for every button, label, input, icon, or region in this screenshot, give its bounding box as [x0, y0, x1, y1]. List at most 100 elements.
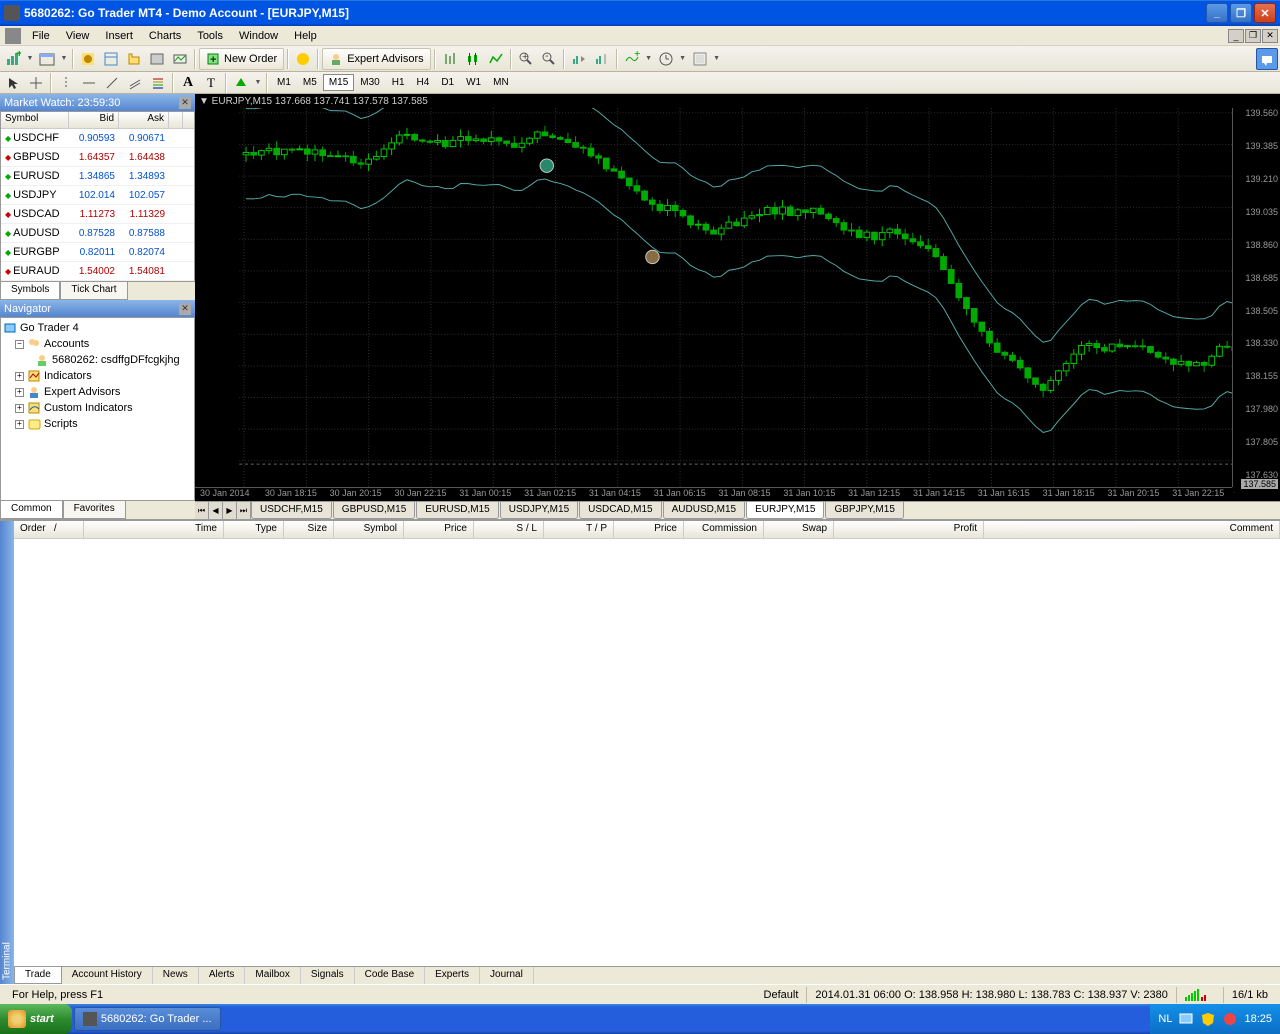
chart-tab-prev-icon[interactable]: ◀ [209, 502, 223, 519]
term-col-price[interactable]: Price [404, 521, 474, 538]
tray-clock[interactable]: 18:25 [1244, 1013, 1272, 1025]
chart-tab-last-icon[interactable]: ⏭ [237, 502, 251, 519]
menu-window[interactable]: Window [231, 28, 286, 44]
navigator-icon[interactable] [123, 48, 145, 70]
chart-tab-usdchf-m15[interactable]: USDCHF,M15 [251, 502, 332, 519]
chart-tab-eurusd-m15[interactable]: EURUSD,M15 [416, 502, 498, 519]
expand-icon[interactable]: + [15, 420, 24, 429]
mw-header-symbol[interactable]: Symbol [1, 112, 69, 128]
nav-tab-common[interactable]: Common [0, 501, 63, 519]
arrows-icon[interactable] [230, 72, 252, 94]
close-button[interactable]: ✕ [1254, 3, 1276, 23]
term-col-comment[interactable]: Comment [984, 521, 1280, 538]
periodicity-icon[interactable] [655, 48, 677, 70]
minimize-button[interactable]: _ [1206, 3, 1228, 23]
line-chart-icon[interactable] [485, 48, 507, 70]
term-col-commission[interactable]: Commission [684, 521, 764, 538]
cursor-icon[interactable] [2, 72, 24, 94]
chart-tab-eurjpy-m15[interactable]: EURJPY,M15 [746, 502, 824, 519]
term-tab-code-base[interactable]: Code Base [355, 967, 425, 984]
term-col-symbol[interactable]: Symbol [334, 521, 404, 538]
term-col-swap[interactable]: Swap [764, 521, 834, 538]
nav-expert-advisors[interactable]: + Expert Advisors [3, 384, 192, 400]
templates-dropdown[interactable]: ▼ [712, 55, 722, 62]
timeframe-mn[interactable]: MN [487, 74, 515, 91]
terminal-side-label[interactable]: Terminal [0, 521, 14, 984]
navigator-close-icon[interactable]: ✕ [179, 303, 191, 315]
bar-chart-icon[interactable] [439, 48, 461, 70]
term-col-type[interactable]: Type [224, 521, 284, 538]
term-tab-news[interactable]: News [153, 967, 199, 984]
expand-icon[interactable]: + [15, 372, 24, 381]
mw-row-audusd[interactable]: ◆AUDUSD0.875280.87588 [1, 224, 194, 243]
chart-tab-audusd-m15[interactable]: AUDUSD,M15 [663, 502, 745, 519]
chart-tab-next-icon[interactable]: ▶ [223, 502, 237, 519]
meta-quotes-icon[interactable] [292, 48, 314, 70]
timeframe-m15[interactable]: M15 [323, 74, 354, 91]
mw-tab-tick-chart[interactable]: Tick Chart [60, 282, 127, 300]
chart-shift-icon[interactable] [591, 48, 613, 70]
nav-root[interactable]: Go Trader 4 [3, 320, 192, 336]
tray-shield-icon[interactable] [1200, 1011, 1216, 1027]
term-col-sl[interactable]: S / L [474, 521, 544, 538]
nav-accounts[interactable]: − Accounts [3, 336, 192, 352]
expert-advisors-button[interactable]: Expert Advisors [322, 48, 430, 70]
mdi-restore-button[interactable]: ❐ [1245, 29, 1261, 43]
mw-header-ask[interactable]: Ask [119, 112, 169, 128]
term-col-order[interactable]: Order / [14, 521, 84, 538]
expand-icon[interactable]: + [15, 404, 24, 413]
chart-canvas[interactable]: 139.560139.385139.210139.035138.860138.6… [195, 108, 1280, 501]
mql-community-icon[interactable] [1256, 48, 1278, 70]
strategy-tester-icon[interactable] [169, 48, 191, 70]
term-col-profit[interactable]: Profit [834, 521, 984, 538]
mw-row-eurusd[interactable]: ◆EURUSD1.348651.34893 [1, 167, 194, 186]
profiles-dropdown[interactable]: ▼ [59, 55, 69, 62]
text-label-icon[interactable]: T [200, 72, 222, 94]
term-tab-signals[interactable]: Signals [301, 967, 355, 984]
market-watch-icon[interactable] [77, 48, 99, 70]
mdi-minimize-button[interactable]: _ [1228, 29, 1244, 43]
timeframe-m1[interactable]: M1 [271, 74, 297, 91]
taskbar-item[interactable]: 5680262: Go Trader ... [74, 1007, 221, 1031]
vertical-line-icon[interactable] [55, 72, 77, 94]
collapse-icon[interactable]: − [15, 340, 24, 349]
mdi-close-button[interactable]: ✕ [1262, 29, 1278, 43]
term-tab-account-history[interactable]: Account History [62, 967, 153, 984]
profiles-icon[interactable] [36, 48, 58, 70]
terminal-icon[interactable] [146, 48, 168, 70]
new-chart-icon[interactable]: + [2, 48, 24, 70]
tray-display-icon[interactable] [1178, 1011, 1194, 1027]
fibonacci-icon[interactable] [147, 72, 169, 94]
status-profile[interactable]: Default [756, 987, 808, 1003]
chart-tab-usdcad-m15[interactable]: USDCAD,M15 [579, 502, 661, 519]
expand-icon[interactable]: + [15, 388, 24, 397]
timeframe-m30[interactable]: M30 [354, 74, 385, 91]
channel-icon[interactable] [124, 72, 146, 94]
horizontal-line-icon[interactable] [78, 72, 100, 94]
menu-file[interactable]: File [24, 28, 58, 44]
term-tab-journal[interactable]: Journal [480, 967, 534, 984]
maximize-button[interactable]: ❐ [1230, 3, 1252, 23]
menu-view[interactable]: View [58, 28, 98, 44]
periodicity-dropdown[interactable]: ▼ [678, 55, 688, 62]
tray-language[interactable]: NL [1158, 1013, 1172, 1025]
timeframe-h1[interactable]: H1 [386, 74, 411, 91]
mw-row-usdchf[interactable]: ◆USDCHF0.905930.90671 [1, 129, 194, 148]
mw-header-bid[interactable]: Bid [69, 112, 119, 128]
new-order-button[interactable]: + New Order [199, 48, 284, 70]
templates-icon[interactable] [689, 48, 711, 70]
timeframe-w1[interactable]: W1 [460, 74, 487, 91]
auto-scroll-icon[interactable] [568, 48, 590, 70]
menu-charts[interactable]: Charts [141, 28, 189, 44]
chart-tab-first-icon[interactable]: ⏮ [195, 502, 209, 519]
new-chart-dropdown[interactable]: ▼ [25, 55, 35, 62]
nav-indicators[interactable]: + Indicators [3, 368, 192, 384]
menu-tools[interactable]: Tools [189, 28, 231, 44]
nav-scripts[interactable]: + Scripts [3, 416, 192, 432]
nav-custom-indicators[interactable]: + Custom Indicators [3, 400, 192, 416]
market-watch-close-icon[interactable]: ✕ [179, 97, 191, 109]
nav-tab-favorites[interactable]: Favorites [63, 501, 126, 519]
timeframe-d1[interactable]: D1 [435, 74, 460, 91]
candlestick-icon[interactable] [462, 48, 484, 70]
chart-tab-gbpusd-m15[interactable]: GBPUSD,M15 [333, 502, 415, 519]
